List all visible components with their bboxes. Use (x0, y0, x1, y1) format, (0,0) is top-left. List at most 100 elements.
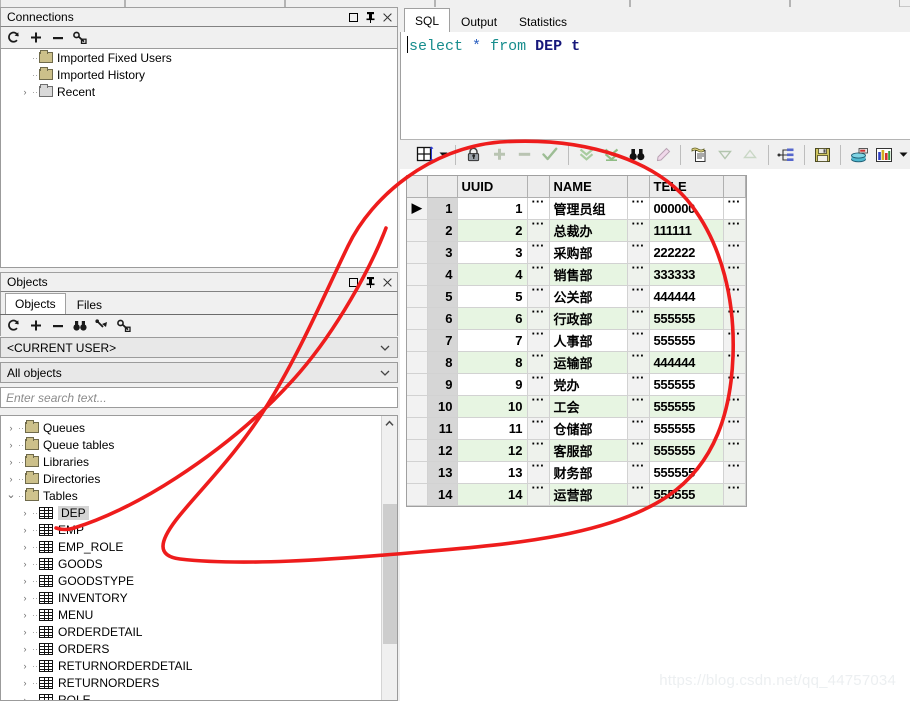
row-marker[interactable] (407, 461, 428, 484)
tree-item-orders[interactable]: › ·· ORDERS (1, 640, 397, 657)
chevron-right-icon[interactable]: › (19, 695, 31, 701)
objects-tree[interactable]: › ·· Queues › ·· Queue tables › ·· Libraries › ·· D… (0, 415, 398, 701)
row-number[interactable]: 14 (427, 483, 458, 506)
cell-uuid[interactable]: 7 (457, 329, 528, 352)
cell-name[interactable]: 销售部 (549, 263, 628, 286)
table-row[interactable]: 8 8 ··· 运输部 ··· 444444 ··· (407, 349, 746, 374)
cell-tele[interactable]: 555555 (649, 307, 724, 330)
tree-item-menu[interactable]: › ·· MENU (1, 606, 397, 623)
cell-name[interactable]: 客服部 (549, 439, 628, 462)
cell-tele[interactable]: 555555 (649, 373, 724, 396)
key-icon[interactable] (116, 318, 131, 333)
remove-icon[interactable] (50, 30, 65, 45)
cell-name[interactable]: 行政部 (549, 307, 628, 330)
row-number[interactable]: 10 (427, 395, 458, 418)
refresh-icon[interactable] (6, 318, 21, 333)
pin-icon[interactable] (365, 277, 376, 288)
save-icon[interactable] (810, 142, 835, 168)
tree-item-goodstype[interactable]: › ·· GOODSTYPE (1, 572, 397, 589)
cell-tele[interactable]: 111111 (649, 219, 724, 242)
cell-uuid[interactable]: 9 (457, 373, 528, 396)
cell-uuid[interactable]: 12 (457, 439, 528, 462)
remove-icon[interactable] (50, 318, 65, 333)
table-row[interactable]: ▶ 1 1 ··· 管理员组 ··· 000000 ··· (407, 195, 746, 220)
tree-item-queues[interactable]: › ·· Queues (1, 419, 397, 436)
cell-expand-button[interactable]: ··· (723, 481, 746, 506)
cell-tele[interactable]: 000000 (649, 197, 724, 220)
filter-icon[interactable] (94, 318, 109, 333)
cell-tele[interactable]: 222222 (649, 241, 724, 264)
table-row[interactable]: 5 5 ··· 公关部 ··· 444444 ··· (407, 283, 746, 308)
row-marker[interactable] (407, 439, 428, 462)
table-row[interactable]: 14 14 ··· 运营部 ··· 555555 ··· (407, 481, 746, 506)
column-header-tele[interactable]: TELE (649, 176, 724, 198)
chevron-right-icon[interactable]: › (19, 542, 31, 552)
row-marker[interactable] (407, 241, 428, 264)
row-marker[interactable] (407, 263, 428, 286)
cell-uuid[interactable]: 14 (457, 483, 528, 506)
cell-expand-button[interactable]: ··· (527, 481, 550, 506)
row-number[interactable]: 7 (427, 329, 458, 352)
chart-dropdown-icon[interactable] (897, 142, 910, 168)
cell-expand-button[interactable]: ··· (627, 481, 650, 506)
export-icon[interactable] (846, 142, 871, 168)
tab-sql[interactable]: SQL (404, 8, 451, 32)
table-row[interactable]: 12 12 ··· 客服部 ··· 555555 ··· (407, 437, 746, 462)
column-header-uuid[interactable]: UUID (457, 176, 528, 198)
copy-icon[interactable] (686, 142, 711, 168)
table-row[interactable]: 4 4 ··· 销售部 ··· 333333 ··· (407, 261, 746, 286)
row-marker[interactable] (407, 395, 428, 418)
tree-item-emp[interactable]: › ·· EMP (1, 521, 397, 538)
chevron-right-icon[interactable]: › (19, 661, 31, 671)
row-number[interactable]: 1 (427, 197, 458, 220)
cell-name[interactable]: 人事部 (549, 329, 628, 352)
close-icon[interactable] (382, 277, 393, 288)
table-row[interactable]: 10 10 ··· 工会 ··· 555555 ··· (407, 393, 746, 418)
tree-item-orderdetail[interactable]: › ·· ORDERDETAIL (1, 623, 397, 640)
chevron-right-icon[interactable]: › (5, 474, 17, 484)
cell-uuid[interactable]: 13 (457, 461, 528, 484)
pin-icon[interactable] (365, 12, 376, 23)
cell-uuid[interactable]: 10 (457, 395, 528, 418)
chevron-right-icon[interactable]: › (19, 644, 31, 654)
grid-layout-dropdown-icon[interactable] (437, 142, 450, 168)
table-row[interactable]: 6 6 ··· 行政部 ··· 555555 ··· (407, 305, 746, 330)
tree-item-returnorders[interactable]: › ·· RETURNORDERS (1, 674, 397, 691)
row-marker[interactable] (407, 285, 428, 308)
cell-tele[interactable]: 555555 (649, 417, 724, 440)
tab-objects[interactable]: Objects (5, 293, 66, 314)
scroll-up-icon[interactable] (382, 416, 397, 431)
tab-files[interactable]: Files (66, 294, 113, 314)
cell-name[interactable]: 采购部 (549, 241, 628, 264)
table-row[interactable]: 13 13 ··· 财务部 ··· 555555 ··· (407, 459, 746, 484)
chevron-right-icon[interactable]: › (19, 593, 31, 603)
row-number[interactable]: 11 (427, 417, 458, 440)
table-row[interactable]: 9 9 ··· 党办 ··· 555555 ··· (407, 371, 746, 396)
cell-tele[interactable]: 444444 (649, 285, 724, 308)
row-number[interactable]: 4 (427, 263, 458, 286)
row-number[interactable]: 12 (427, 439, 458, 462)
tree-item-libraries[interactable]: › ·· Libraries (1, 453, 397, 470)
cell-tele[interactable]: 555555 (649, 483, 724, 506)
tree-item-queue-tables[interactable]: › ·· Queue tables (1, 436, 397, 453)
refresh-icon[interactable] (6, 30, 21, 45)
cell-name[interactable]: 运输部 (549, 351, 628, 374)
tree-item-directories[interactable]: › ·· Directories (1, 470, 397, 487)
maximize-icon[interactable] (348, 12, 359, 23)
lock-icon[interactable] (461, 142, 486, 168)
cell-uuid[interactable]: 5 (457, 285, 528, 308)
schema-select[interactable]: <CURRENT USER> (0, 337, 398, 358)
cell-name[interactable]: 工会 (549, 395, 628, 418)
tree-item-imported-fixed-users[interactable]: ·· Imported Fixed Users (1, 49, 397, 66)
tree-item-returnorderdetail[interactable]: › ·· RETURNORDERDETAIL (1, 657, 397, 674)
cell-tele[interactable]: 333333 (649, 263, 724, 286)
cell-uuid[interactable]: 4 (457, 263, 528, 286)
cell-uuid[interactable]: 2 (457, 219, 528, 242)
tab-statistics[interactable]: Statistics (508, 10, 579, 32)
row-marker[interactable] (407, 329, 428, 352)
objects-tree-scrollbar[interactable] (381, 416, 397, 700)
cell-uuid[interactable]: 3 (457, 241, 528, 264)
cell-name[interactable]: 管理员组 (549, 197, 628, 220)
chevron-right-icon[interactable]: › (19, 508, 31, 518)
row-marker[interactable] (407, 417, 428, 440)
